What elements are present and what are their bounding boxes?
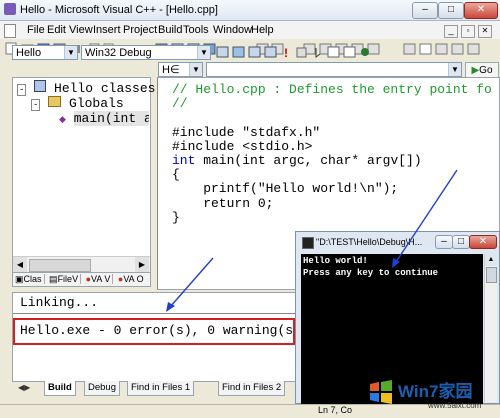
- arrow-head-console: [392, 258, 400, 268]
- arrow-to-console: [395, 169, 458, 263]
- watermark-logo: Win7家园 www.5aixt.com: [368, 375, 496, 415]
- watermark-brand: Win7家园: [398, 382, 473, 401]
- annotation-arrows: [166, 169, 458, 312]
- windows-logo-icon: [370, 380, 392, 404]
- arrow-to-output: [169, 257, 214, 308]
- watermark-url: www.5aixt.com: [428, 401, 482, 410]
